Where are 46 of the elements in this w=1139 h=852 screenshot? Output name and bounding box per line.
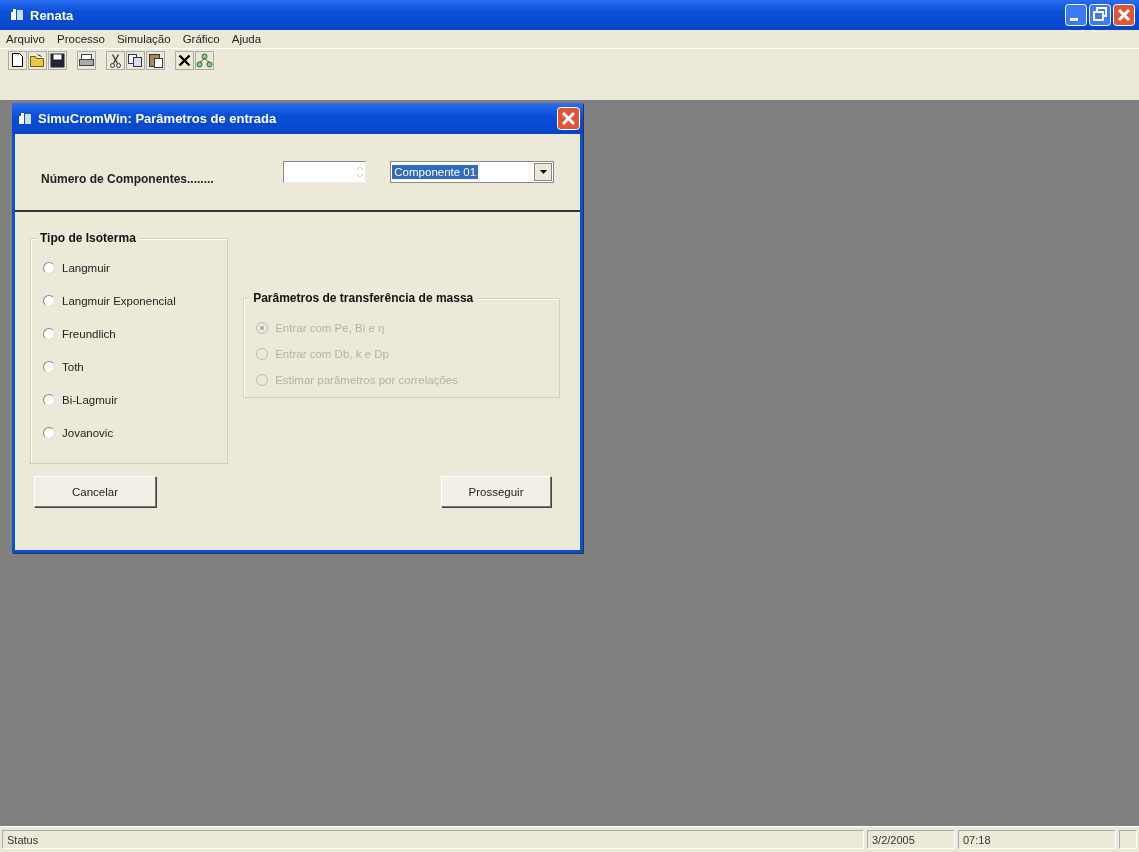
size-grip[interactable] (1119, 830, 1137, 849)
app-icon (18, 111, 32, 126)
window-title: Renata (30, 7, 75, 23)
save-icon[interactable] (48, 51, 67, 70)
status-text: Status (7, 833, 39, 846)
close-icon[interactable] (557, 107, 580, 130)
radio-button[interactable] (43, 295, 55, 307)
menu-item[interactable]: Simulação (116, 33, 171, 45)
group-title: Parâmetros de transferência de massa (250, 291, 477, 305)
field-label: Número de Componentes........ (41, 172, 215, 186)
restore-icon[interactable] (1089, 4, 1111, 26)
radio-label: Langmuir (62, 261, 110, 275)
radio-label: Freundlich (62, 327, 116, 341)
radio-label: Langmuir Exponencial (62, 294, 176, 308)
delete-icon[interactable] (175, 51, 194, 70)
group-title: Tipo de Isoterma (37, 231, 139, 245)
app-icon (10, 8, 24, 22)
dropdown-arrow-icon[interactable] (539, 170, 547, 174)
menu-item[interactable]: Ajuda (231, 33, 262, 45)
scissors-icon[interactable] (106, 51, 125, 70)
radio-button[interactable] (43, 328, 55, 340)
close-icon[interactable] (1113, 4, 1135, 26)
menu-item[interactable]: Gráfico (182, 33, 220, 45)
component-dropdown[interactable]: Componente 01 (390, 161, 554, 183)
status-time: 07:18 (963, 833, 991, 846)
radio-button[interactable] (43, 427, 55, 439)
radio-label: Bi-Lagmuir (62, 393, 118, 407)
number-field[interactable] (283, 161, 367, 183)
copy-icon[interactable] (126, 51, 145, 70)
menu-item[interactable]: Arquivo (6, 33, 45, 45)
dialog-button[interactable]: Prosseguir (441, 476, 551, 507)
new-file-icon[interactable] (8, 51, 27, 70)
status-date: 3/2/2005 (872, 833, 915, 846)
dialog-title: SimuCromWin: Parâmetros de entrada (38, 111, 278, 126)
dialog-button[interactable]: Cancelar (34, 476, 156, 507)
radio-label: Toth (62, 360, 84, 374)
radio-button[interactable] (43, 361, 55, 373)
paste-icon[interactable] (146, 51, 165, 70)
network-icon[interactable] (195, 51, 214, 70)
open-folder-icon[interactable] (28, 51, 47, 70)
radio-label: Jovanovic (62, 426, 114, 440)
minimize-icon[interactable] (1065, 4, 1087, 26)
radio-button[interactable] (43, 394, 55, 406)
radio-button[interactable] (43, 262, 55, 274)
menu-item[interactable]: Processo (57, 33, 105, 45)
printer-icon[interactable] (77, 51, 96, 70)
